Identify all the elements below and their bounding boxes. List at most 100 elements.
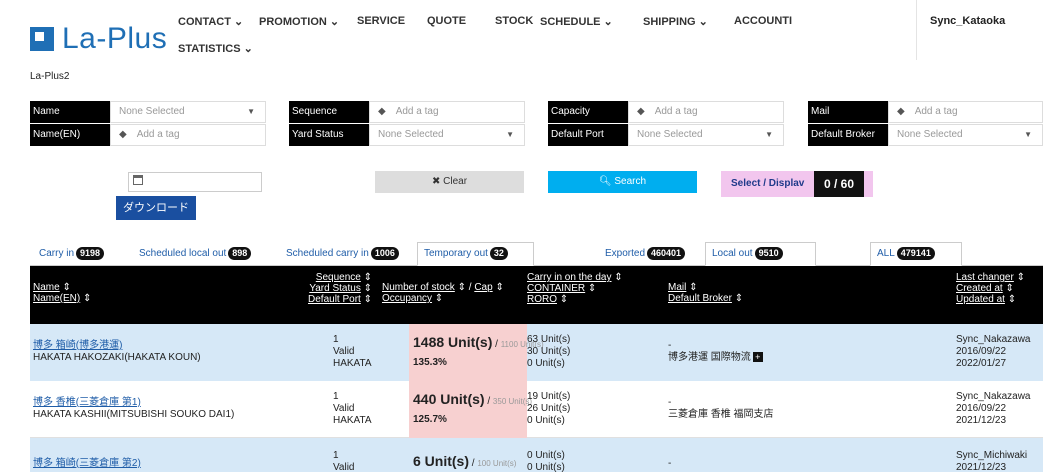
- row-mail: -: [668, 458, 672, 469]
- row-changer: Sync_Michiwaki 2021/12/23: [956, 450, 1028, 473]
- tag-icon: ◆: [378, 106, 386, 117]
- row-name: 博多 箱崎(博多港運) HAKATA HAKOZAKI(HAKATA KOUN): [33, 340, 201, 364]
- row-name-link[interactable]: 博多 箱崎(三菱倉庫 第2): [33, 458, 141, 469]
- header-divider: [916, 0, 917, 60]
- date-input[interactable]: [128, 172, 262, 192]
- row-name-link[interactable]: 博多 香椎(三菱倉庫 第1): [33, 397, 141, 408]
- col-changer-header[interactable]: Last changer ⇕ Created at ⇕ Updated at ⇕: [956, 272, 1025, 305]
- filter-mail-placeholder: Add a tag: [914, 106, 958, 117]
- row-mail: - 博多港運 国際物流 +: [668, 340, 763, 364]
- row-mail: - 三菱倉庫 香椎 福岡支店: [668, 397, 774, 420]
- col-mail-header[interactable]: Mail ⇕ Default Broker ⇕: [668, 282, 743, 304]
- row-stock: 1488 Unit(s) / 1100 Unit(s) 135.3%: [413, 334, 544, 368]
- row-name-en: HAKATA HAKOZAKI(HAKATA KOUN): [33, 352, 201, 363]
- filter-name-en-placeholder: Add a tag: [136, 129, 180, 140]
- filter-mail-label: Mail: [808, 101, 888, 123]
- col-name-header[interactable]: Name ⇕ Name(EN) ⇕: [33, 282, 91, 304]
- caret-down-icon: ▼: [247, 107, 255, 116]
- logo-text: La-Plus: [62, 22, 168, 55]
- row-carry-in: 0 Unit(s) 0 Unit(s): [527, 450, 565, 473]
- caret-down-icon: ▼: [765, 130, 773, 139]
- row-stock: 440 Unit(s) / 350 Unit(s) 125.7%: [413, 391, 533, 425]
- clear-button[interactable]: ✖ Clear: [375, 171, 524, 193]
- plus-icon[interactable]: +: [752, 352, 763, 363]
- filter-default-port-select[interactable]: None Selected ▼: [628, 124, 784, 146]
- tab-carry-in[interactable]: Carry in 9198: [32, 242, 111, 266]
- tab-label: Temporary out: [424, 248, 488, 259]
- clear-label: Clear: [443, 176, 468, 187]
- row-sequence: 1 Valid HAKATA: [333, 334, 372, 369]
- filter-name-en-label: Name(EN): [30, 124, 110, 146]
- filter-default-broker-label: Default Broker: [808, 124, 888, 146]
- nav-shipping[interactable]: SHIPPING ⌄: [643, 15, 708, 28]
- filter-sequence-input[interactable]: ◆ Add a tag: [369, 101, 525, 123]
- row-changer: Sync_Nakazawa 2016/09/22 2022/01/27: [956, 334, 1031, 369]
- select-display-label: Select / Displav: [731, 178, 805, 189]
- table-row[interactable]: 博多 箱崎(三菱倉庫 第2) 1 Valid 6 Unit(s) / 100 Un…: [30, 438, 1043, 473]
- row-name: 博多 箱崎(三菱倉庫 第2): [33, 458, 141, 470]
- nav-stock[interactable]: STOCK: [495, 15, 533, 27]
- col-stock-header[interactable]: Number of stock ⇕ / Cap ⇕ Occupancy ⇕: [382, 282, 504, 304]
- filter-default-broker-select[interactable]: None Selected ▼: [888, 124, 1043, 146]
- caret-down-icon: ▼: [1024, 130, 1032, 139]
- search-button[interactable]: 🔍︎ Search: [548, 171, 697, 193]
- table-row[interactable]: 博多 箱崎(博多港運) HAKATA HAKOZAKI(HAKATA KOUN) …: [30, 324, 1043, 381]
- row-name-en: HAKATA KASHII(MITSUBISHI SOUKO DAI1): [33, 409, 235, 420]
- filter-yard-status-select[interactable]: None Selected ▼: [369, 124, 525, 146]
- filter-name-en-input[interactable]: ◆ Add a tag: [110, 124, 266, 146]
- tag-icon: ◆: [119, 129, 127, 140]
- filter-sequence-placeholder: Add a tag: [395, 106, 439, 117]
- nav-quote[interactable]: QUOTE: [427, 15, 466, 27]
- row-name: 博多 香椎(三菱倉庫 第1) HAKATA KASHII(MITSUBISHI S…: [33, 397, 234, 421]
- nav-contact[interactable]: CONTACT ⌄: [178, 15, 243, 28]
- search-icon: 🔍︎: [598, 176, 615, 187]
- tab-label: Exported: [605, 248, 646, 259]
- tab-exported[interactable]: Exported 460401: [598, 242, 692, 266]
- nav-promotion[interactable]: PROMOTION ⌄: [259, 15, 339, 28]
- nav-statistics[interactable]: STATISTICS ⌄: [178, 42, 253, 55]
- filter-name-value: None Selected: [119, 106, 185, 117]
- filter-capacity-label: Capacity: [548, 101, 628, 123]
- site-name: La-Plus2: [30, 71, 70, 82]
- row-sequence: 1 Valid HAKATA: [333, 391, 372, 426]
- col-carry-in-header[interactable]: Carry in on the day ⇕ CONTAINER ⇕ RORO ⇕: [527, 272, 623, 305]
- filter-default-port-value: None Selected: [637, 129, 703, 140]
- tab-scheduled-carry-in[interactable]: Scheduled carry in 1006: [279, 242, 406, 266]
- nav-service[interactable]: SERVICE: [357, 15, 405, 27]
- row-carry-in: 19 Unit(s) 26 Unit(s) 0 Unit(s): [527, 391, 571, 426]
- tab-count-badge: 9198: [76, 247, 105, 260]
- tab-count-badge: 9510: [754, 247, 783, 260]
- table-row[interactable]: 博多 香椎(三菱倉庫 第1) HAKATA KASHII(MITSUBISHI S…: [30, 381, 1043, 438]
- tab-local-out[interactable]: Local out 9510: [705, 242, 816, 266]
- select-display-count: 0 / 60: [814, 171, 864, 197]
- filter-name-select[interactable]: None Selected ▼: [110, 101, 266, 123]
- row-changer: Sync_Nakazawa 2016/09/22 2021/12/23: [956, 391, 1031, 426]
- tab-count-badge: 460401: [647, 247, 686, 260]
- tab-count-badge: 898: [228, 247, 252, 260]
- tab-temporary-out[interactable]: Temporary out 32: [417, 242, 534, 266]
- col-sequence-header[interactable]: Sequence ⇕ Yard Status ⇕ Default Port ⇕: [306, 272, 372, 305]
- filter-default-broker-value: None Selected: [897, 129, 963, 140]
- filter-default-port-label: Default Port: [548, 124, 628, 146]
- nav-accounting[interactable]: ACCOUNTI: [734, 15, 792, 27]
- tab-all[interactable]: ALL 479141: [870, 242, 962, 266]
- filter-name-label: Name: [30, 101, 110, 123]
- download-button[interactable]: ダウンロード: [116, 196, 196, 220]
- filter-capacity-input[interactable]: ◆ Add a tag: [628, 101, 784, 123]
- row-sequence: 1 Valid: [333, 450, 355, 473]
- filter-sequence-label: Sequence: [289, 101, 369, 123]
- tab-label: Local out: [712, 248, 753, 259]
- select-display-button[interactable]: Select / Displav 0 / 60: [721, 171, 873, 197]
- tab-count-badge: 479141: [896, 247, 935, 260]
- user-menu[interactable]: Sync_Kataoka: [930, 15, 1005, 27]
- row-name-link[interactable]: 博多 箱崎(博多港運): [33, 340, 122, 351]
- close-icon: ✖: [431, 176, 444, 187]
- tab-scheduled-local-out[interactable]: Scheduled local out 898: [132, 242, 258, 266]
- caret-down-icon: ▼: [506, 130, 514, 139]
- row-carry-in: 63 Unit(s) 30 Unit(s) 0 Unit(s): [527, 334, 571, 369]
- search-label: Search: [614, 176, 647, 187]
- filter-mail-input[interactable]: ◆ Add a tag: [888, 101, 1043, 123]
- tab-label: Scheduled carry in: [286, 248, 369, 259]
- logo[interactable]: La-Plus: [30, 22, 167, 56]
- nav-schedule[interactable]: SCHEDULE ⌄: [540, 15, 613, 28]
